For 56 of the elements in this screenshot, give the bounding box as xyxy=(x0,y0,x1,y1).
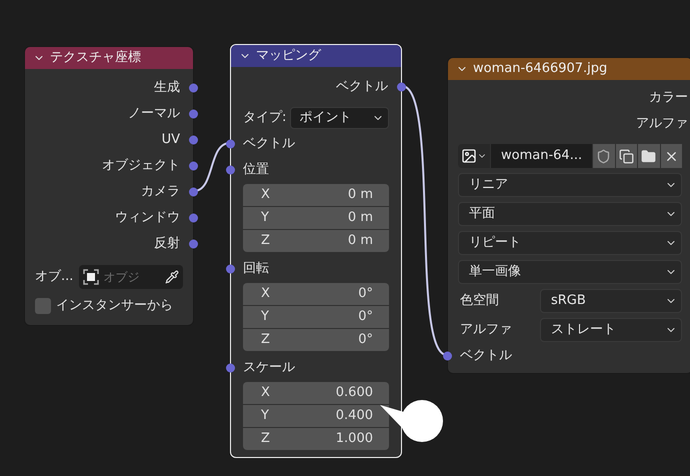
eyedropper-icon[interactable] xyxy=(165,270,179,284)
checkbox-label: インスタンサーから xyxy=(56,297,173,316)
folder-icon xyxy=(641,148,656,164)
number-field[interactable]: X 0 m xyxy=(243,184,389,206)
node-header[interactable]: woman-6466907.jpg xyxy=(448,58,690,80)
output-label: カラー xyxy=(649,89,688,108)
output-label: オブジェクト xyxy=(102,157,180,176)
input-label: 回転 xyxy=(243,260,269,278)
number-field[interactable]: X 0.600 xyxy=(243,382,389,404)
number-field[interactable]: Y 0.400 xyxy=(243,405,389,427)
number-field[interactable]: X 0° xyxy=(243,283,389,305)
node-title: テクスチャ座標 xyxy=(50,49,141,68)
number-field[interactable]: Z 1.000 xyxy=(243,428,389,450)
output-label: 反射 xyxy=(154,235,180,254)
output-label: UV xyxy=(162,131,180,150)
output-label: ウィンドウ xyxy=(115,209,180,228)
object-placeholder: オブジ xyxy=(103,269,140,286)
output-label: カメラ xyxy=(141,183,180,202)
input-label: ベクトル xyxy=(243,135,295,154)
output-label: 生成 xyxy=(154,79,180,98)
object-label: オブ... xyxy=(35,268,74,286)
callout-marker xyxy=(380,400,443,442)
image-type-button[interactable] xyxy=(458,144,490,168)
open-button[interactable] xyxy=(638,144,660,168)
copy-icon xyxy=(618,148,634,164)
dropdown[interactable]: sRGB xyxy=(540,289,682,313)
dropdown[interactable]: ストレート xyxy=(540,318,682,342)
input-label: 位置 xyxy=(243,161,269,180)
property-label: アルファ xyxy=(459,321,513,340)
number-field[interactable]: Y 0° xyxy=(243,306,389,328)
dropdown[interactable]: 単一画像 xyxy=(458,260,682,284)
dropdown[interactable]: リニア xyxy=(458,173,682,197)
shield-icon xyxy=(596,148,612,164)
node-header[interactable]: テクスチャ座標 xyxy=(25,47,193,69)
checkbox[interactable] xyxy=(35,298,51,314)
object-icon xyxy=(83,269,100,285)
output-label: ベクトル xyxy=(336,78,388,96)
close-button[interactable] xyxy=(660,144,682,168)
dropdown[interactable]: 平面 xyxy=(458,202,682,226)
image-icon xyxy=(461,148,477,164)
output-label: ノーマル xyxy=(128,105,180,124)
node-title: woman-6466907.jpg xyxy=(473,60,608,78)
type-label: タイプ: xyxy=(243,109,286,128)
image-name-field[interactable]: woman-64... xyxy=(491,144,592,168)
output-label: アルファ xyxy=(636,115,688,134)
number-field[interactable]: Z 0° xyxy=(243,329,389,351)
type-dropdown[interactable]: ポイント xyxy=(290,107,389,129)
dropdown[interactable]: リピート xyxy=(458,231,682,255)
node-title: マッピング xyxy=(256,47,321,66)
duplicate-button[interactable] xyxy=(616,144,638,168)
number-field[interactable]: Z 0 m xyxy=(243,230,389,252)
input-label: スケール xyxy=(243,359,295,378)
property-label: 色空間 xyxy=(459,292,500,310)
node-header[interactable]: マッピング xyxy=(231,45,401,67)
number-field[interactable]: Y 0 m xyxy=(243,207,389,229)
input-label: ベクトル xyxy=(460,347,512,366)
